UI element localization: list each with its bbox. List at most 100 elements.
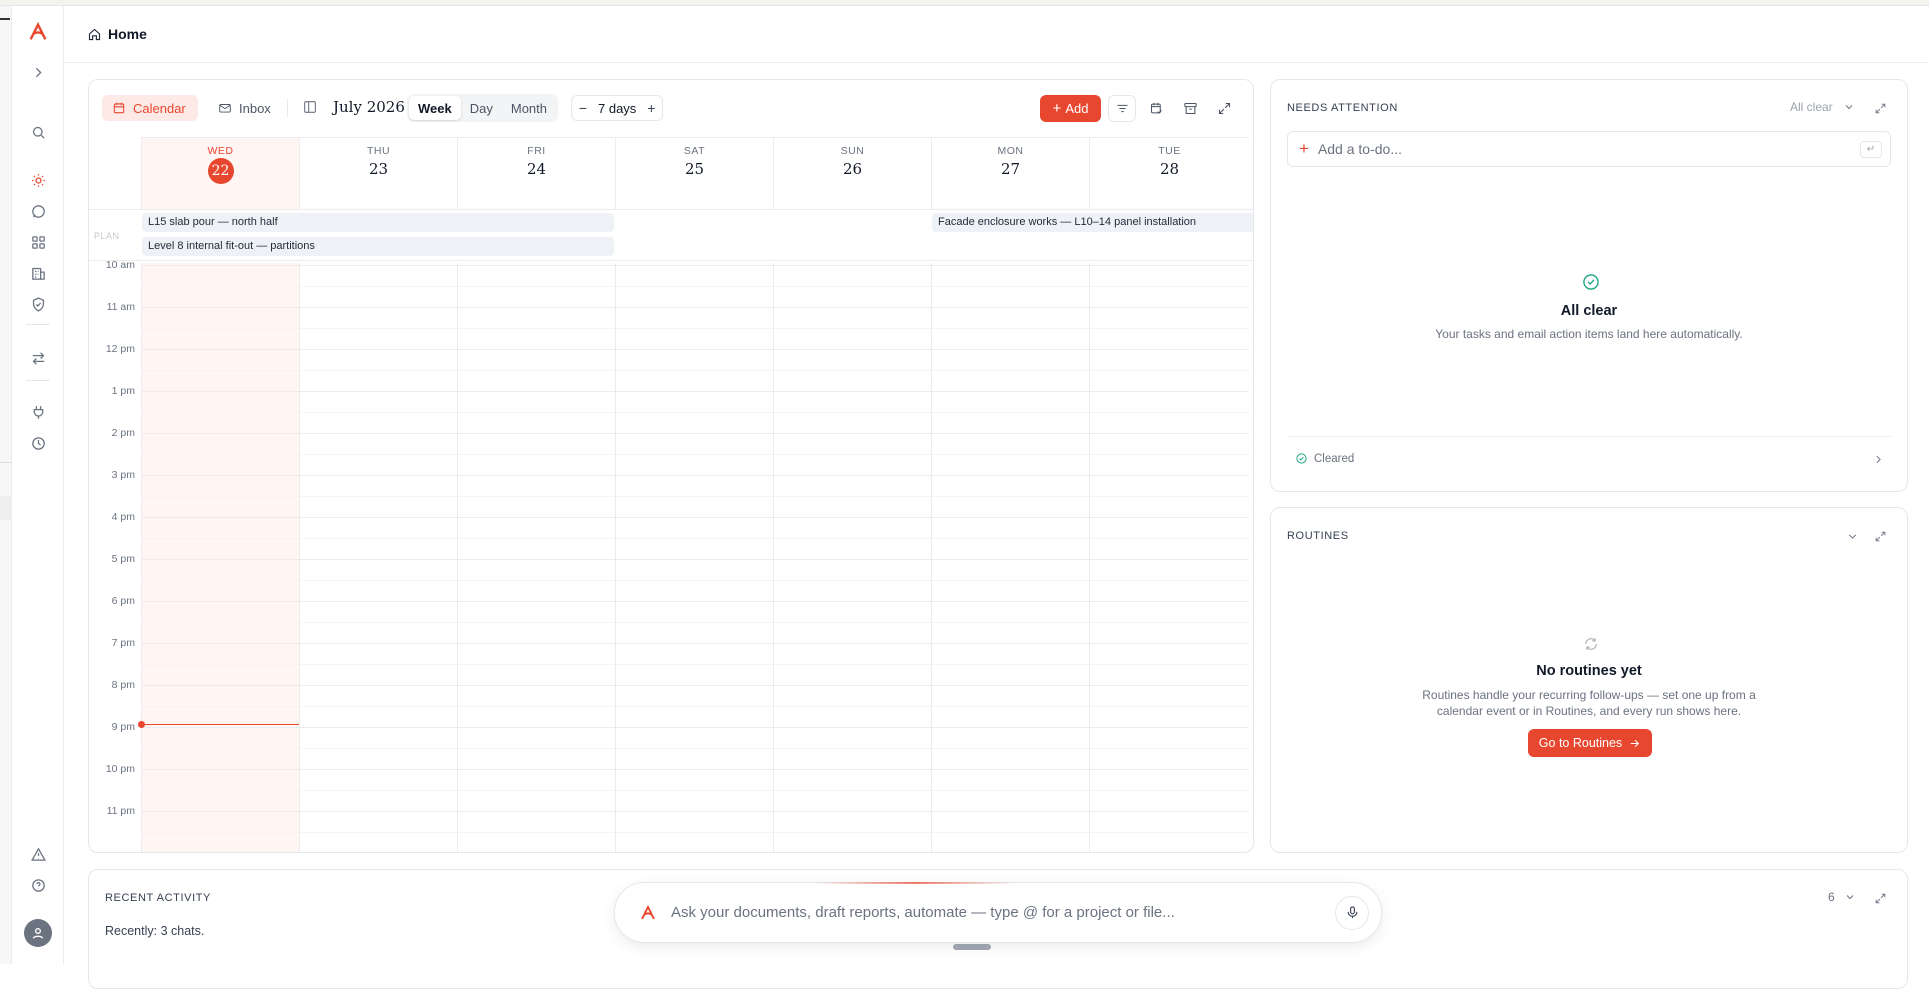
hour-line — [141, 727, 1249, 728]
day-column[interactable] — [773, 263, 931, 852]
time-grid[interactable]: 10 am 11 am 12 pm 1 pm 2 pm 3 pm 4 pm 5 pm 6 pm 7… — [89, 259, 1253, 852]
range-increase-button[interactable]: + — [640, 100, 662, 116]
view-switcher: Week Day Month — [407, 94, 558, 122]
time-label: 10 pm — [105, 763, 135, 775]
expand-recent-button[interactable] — [1871, 889, 1889, 907]
event-chip[interactable]: L15 slab pour — north half — [142, 213, 614, 232]
day-column[interactable] — [931, 263, 1089, 852]
time-label: 11 am — [106, 301, 135, 313]
day-header[interactable]: SAT 25 — [615, 137, 773, 209]
search-icon[interactable] — [26, 120, 50, 144]
sun-icon[interactable] — [26, 168, 50, 192]
microphone-button[interactable] — [1335, 895, 1369, 930]
filter-button[interactable] — [1108, 95, 1136, 122]
routines-empty-text-1: Routines handle your recurring follow-up… — [1422, 688, 1756, 702]
hour-line — [141, 601, 1249, 602]
hour-line — [141, 265, 1249, 266]
day-header[interactable]: FRI 24 — [457, 137, 615, 209]
half-hour-line — [141, 454, 1249, 455]
hour-line — [141, 433, 1249, 434]
time-label: 5 pm — [111, 553, 135, 565]
add-button[interactable]: + Add — [1040, 95, 1101, 122]
building-icon[interactable] — [26, 261, 50, 285]
add-button-label: Add — [1065, 101, 1089, 116]
shield-check-icon[interactable] — [26, 292, 50, 316]
plug-icon[interactable] — [26, 400, 50, 424]
chat-icon[interactable] — [26, 199, 50, 223]
cleared-chevron-button[interactable] — [1869, 450, 1887, 468]
avatar[interactable] — [24, 919, 52, 947]
day-name: SUN — [840, 145, 865, 157]
expand-icon — [1218, 102, 1230, 115]
cleared-toggle[interactable]: Cleared — [1295, 452, 1354, 465]
day-column[interactable] — [1089, 263, 1249, 852]
drag-handle[interactable] — [953, 944, 991, 950]
go-to-routines-button[interactable]: Go to Routines — [1528, 729, 1652, 757]
time-label: 1 pm — [111, 385, 135, 397]
half-hour-line — [141, 286, 1249, 287]
tab-inbox[interactable]: Inbox — [212, 95, 277, 121]
day-column[interactable] — [299, 263, 457, 852]
month-title: July 2026 — [333, 98, 405, 116]
warning-icon[interactable] — [26, 842, 50, 866]
empty-title: All clear — [1560, 303, 1618, 319]
tab-calendar[interactable]: Calendar — [102, 95, 198, 121]
expand-sidebar-icon[interactable] — [26, 60, 50, 84]
mail-icon — [219, 104, 231, 113]
recent-count-dropdown[interactable]: 6 — [1828, 890, 1856, 904]
hour-line — [141, 475, 1249, 476]
attention-filter-dropdown[interactable]: All clear — [1790, 100, 1855, 114]
view-month-button[interactable]: Month — [502, 96, 556, 120]
add-todo-input[interactable] — [1317, 141, 1860, 157]
sidebar-divider — [26, 324, 50, 325]
needs-attention-card: NEEDS ATTENTION All clear + ↵ All clear … — [1270, 79, 1908, 492]
expand-icon — [1875, 103, 1885, 113]
half-hour-line — [141, 370, 1249, 371]
expand-attention-button[interactable] — [1871, 99, 1889, 117]
time-label: 4 pm — [111, 511, 135, 523]
half-hour-line — [141, 832, 1249, 833]
event-chip[interactable]: Level 8 internal fit-out — partitions — [142, 237, 614, 256]
archive-icon — [1183, 102, 1197, 115]
day-name: MON — [997, 145, 1024, 157]
cleared-label: Cleared — [1314, 452, 1355, 465]
collapse-routines-button[interactable] — [1843, 527, 1861, 545]
day-header[interactable]: WED 22 — [141, 137, 299, 209]
arrows-swap-icon[interactable] — [26, 346, 50, 370]
day-column[interactable] — [615, 263, 773, 852]
day-header[interactable]: THU 23 — [299, 137, 457, 209]
sidebar — [12, 6, 64, 964]
day-column[interactable] — [141, 263, 299, 852]
half-hour-line — [141, 580, 1249, 581]
range-value: 7 days — [598, 100, 637, 116]
chat-input[interactable] — [671, 904, 1335, 921]
range-decrease-button[interactable]: − — [572, 100, 594, 116]
event-chip[interactable]: Facade enclosure works — L10–14 panel in… — [932, 213, 1253, 232]
hour-line — [141, 643, 1249, 644]
day-date: 22 — [207, 158, 234, 184]
attention-filter-value: All clear — [1790, 100, 1833, 114]
expand-routines-button[interactable] — [1871, 527, 1889, 545]
add-todo-field: + ↵ — [1287, 131, 1891, 167]
clock-icon[interactable] — [26, 431, 50, 455]
recent-summary: Recently: 3 chats. — [105, 924, 205, 938]
help-icon[interactable] — [26, 873, 50, 897]
routines-empty-title: No routines yet — [1536, 663, 1642, 679]
enter-key-icon[interactable]: ↵ — [1860, 140, 1882, 158]
view-week-button[interactable]: Week — [409, 96, 461, 120]
half-hour-line — [141, 412, 1249, 413]
toggle-panel-icon[interactable] — [302, 99, 318, 115]
time-label: 6 pm — [111, 595, 135, 607]
day-column[interactable] — [457, 263, 615, 852]
day-header[interactable]: TUE 28 — [1089, 137, 1249, 209]
day-header[interactable]: MON 27 — [931, 137, 1089, 209]
calendar-check-button[interactable] — [1142, 95, 1170, 122]
half-hour-line — [141, 790, 1249, 791]
day-date: 27 — [1000, 160, 1021, 178]
archive-button[interactable] — [1176, 95, 1204, 122]
view-day-button[interactable]: Day — [461, 96, 502, 120]
grid-icon[interactable] — [26, 230, 50, 254]
app-logo-icon[interactable] — [26, 20, 50, 44]
day-header[interactable]: SUN 26 — [773, 137, 931, 209]
expand-calendar-button[interactable] — [1210, 95, 1238, 122]
